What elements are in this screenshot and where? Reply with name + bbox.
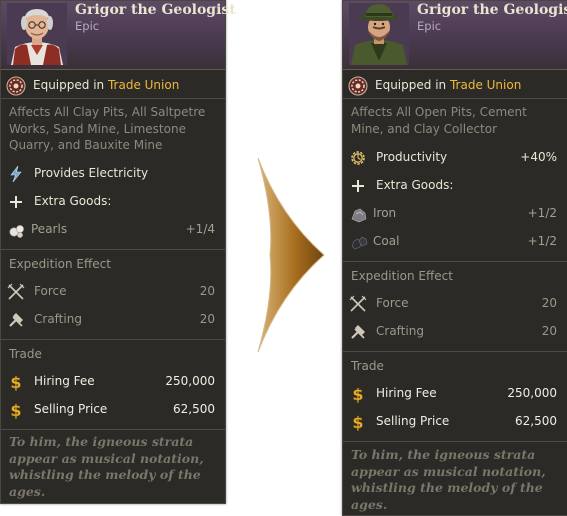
- hiring-fee-label: Hiring Fee: [34, 374, 95, 388]
- flavor-text: To him, the igneous strata appear as mus…: [9, 434, 204, 499]
- expedition-section-title: Expedition Effect: [9, 257, 111, 271]
- crafting-row: Crafting 20: [343, 318, 567, 346]
- equipped-prefix: Equipped in: [33, 78, 105, 92]
- equipped-prefix: Equipped in: [375, 78, 447, 92]
- equipped-in-row: Equipped in Trade Union: [343, 71, 567, 99]
- plus-icon: [349, 177, 367, 195]
- tooltip-header: Grigor the Geologist Epic: [1, 1, 236, 70]
- force-row: Force 20: [343, 290, 567, 318]
- equipped-building-link[interactable]: Trade Union: [108, 78, 179, 92]
- hiring-fee-row: $ Hiring Fee 250,000: [343, 380, 567, 408]
- svg-text:$: $: [352, 385, 363, 403]
- crafting-value: 20: [199, 312, 215, 326]
- specialist-tooltip-left: Grigor the Geologist Epic Equipped in Tr…: [0, 0, 236, 504]
- dollar-icon: $: [349, 413, 367, 431]
- force-value: 20: [541, 296, 557, 310]
- crafting-label: Crafting: [34, 312, 82, 326]
- equipped-in-row: Equipped in Trade Union: [1, 71, 225, 99]
- goods-label: Coal: [373, 234, 400, 248]
- extra-goods-row: Extra Goods:: [1, 188, 225, 216]
- svg-text:$: $: [10, 401, 21, 419]
- selling-price-value: 62,500: [515, 414, 557, 428]
- coal-icon: [350, 233, 368, 251]
- dollar-icon: $: [7, 401, 25, 419]
- crafting-label: Crafting: [376, 324, 424, 338]
- provides-electricity-row: Provides Electricity: [1, 160, 225, 188]
- force-label: Force: [376, 296, 409, 310]
- electricity-label: Provides Electricity: [34, 166, 149, 180]
- selling-price-row: $ Selling Price 62,500: [1, 396, 225, 424]
- force-value: 20: [199, 284, 215, 298]
- selling-price-value: 62,500: [173, 402, 215, 416]
- goods-item-row: Pearls +1/4: [1, 216, 225, 244]
- lightning-icon: [7, 165, 25, 183]
- goods-value: +1/2: [527, 234, 557, 248]
- affects-description: Affects All Open Pits, Cement Mine, and …: [351, 105, 527, 136]
- portrait-avatar: [349, 3, 409, 65]
- pearls-icon: [8, 221, 26, 239]
- equipped-building-link[interactable]: Trade Union: [450, 78, 521, 92]
- crafting-row: Crafting 20: [1, 306, 225, 334]
- hiring-fee-row: $ Hiring Fee 250,000: [1, 368, 225, 396]
- specialist-name: Grigor the Geologist: [417, 2, 567, 18]
- expedition-section-title: Expedition Effect: [351, 269, 453, 283]
- portrait-avatar: [7, 3, 67, 65]
- extra-goods-label: Extra Goods:: [376, 178, 454, 192]
- crossed-swords-icon: [349, 295, 367, 313]
- productivity-row: Productivity +40%: [343, 144, 567, 172]
- specialist-tooltip-right: Grigor the Geologist Epic Equipped in Tr…: [342, 0, 567, 516]
- goods-value: +1/2: [527, 206, 557, 220]
- productivity-label: Productivity: [376, 150, 448, 164]
- iron-icon: [350, 205, 368, 223]
- hiring-fee-value: 250,000: [165, 374, 215, 388]
- selling-price-label: Selling Price: [376, 414, 450, 428]
- trade-section-title: Trade: [351, 359, 384, 373]
- hiring-fee-value: 250,000: [507, 386, 557, 400]
- arrow-right-icon: [257, 157, 325, 353]
- trade-union-icon: [6, 76, 26, 96]
- goods-label: Iron: [373, 206, 397, 220]
- hammer-wrench-icon: [349, 323, 367, 341]
- trade-section-title: Trade: [9, 347, 42, 361]
- productivity-value: +40%: [520, 150, 557, 164]
- svg-text:$: $: [10, 373, 21, 391]
- extra-goods-label: Extra Goods:: [34, 194, 112, 208]
- goods-value: +1/4: [185, 222, 215, 236]
- affects-description: Affects All Clay Pits, All Saltpetre Wor…: [9, 105, 206, 152]
- trade-union-icon: [348, 76, 368, 96]
- selling-price-row: $ Selling Price 62,500: [343, 408, 567, 436]
- gear-icon: [349, 149, 367, 167]
- flavor-text: To him, the igneous strata appear as mus…: [351, 447, 546, 512]
- crossed-swords-icon: [7, 283, 25, 301]
- plus-icon: [7, 193, 25, 211]
- goods-label: Pearls: [31, 222, 68, 236]
- hammer-wrench-icon: [7, 311, 25, 329]
- rarity-label: Epic: [75, 19, 100, 33]
- dollar-icon: $: [7, 373, 25, 391]
- svg-text:$: $: [352, 413, 363, 431]
- tooltip-header: Grigor the Geologist Epic: [343, 1, 567, 70]
- force-row: Force 20: [1, 278, 225, 306]
- extra-goods-row: Extra Goods:: [343, 172, 567, 200]
- rarity-label: Epic: [417, 19, 442, 33]
- force-label: Force: [34, 284, 67, 298]
- goods-item-row: Iron +1/2: [343, 200, 567, 228]
- specialist-name: Grigor the Geologist: [75, 2, 236, 18]
- hiring-fee-label: Hiring Fee: [376, 386, 437, 400]
- crafting-value: 20: [541, 324, 557, 338]
- selling-price-label: Selling Price: [34, 402, 108, 416]
- goods-item-row: Coal +1/2: [343, 228, 567, 256]
- dollar-icon: $: [349, 385, 367, 403]
